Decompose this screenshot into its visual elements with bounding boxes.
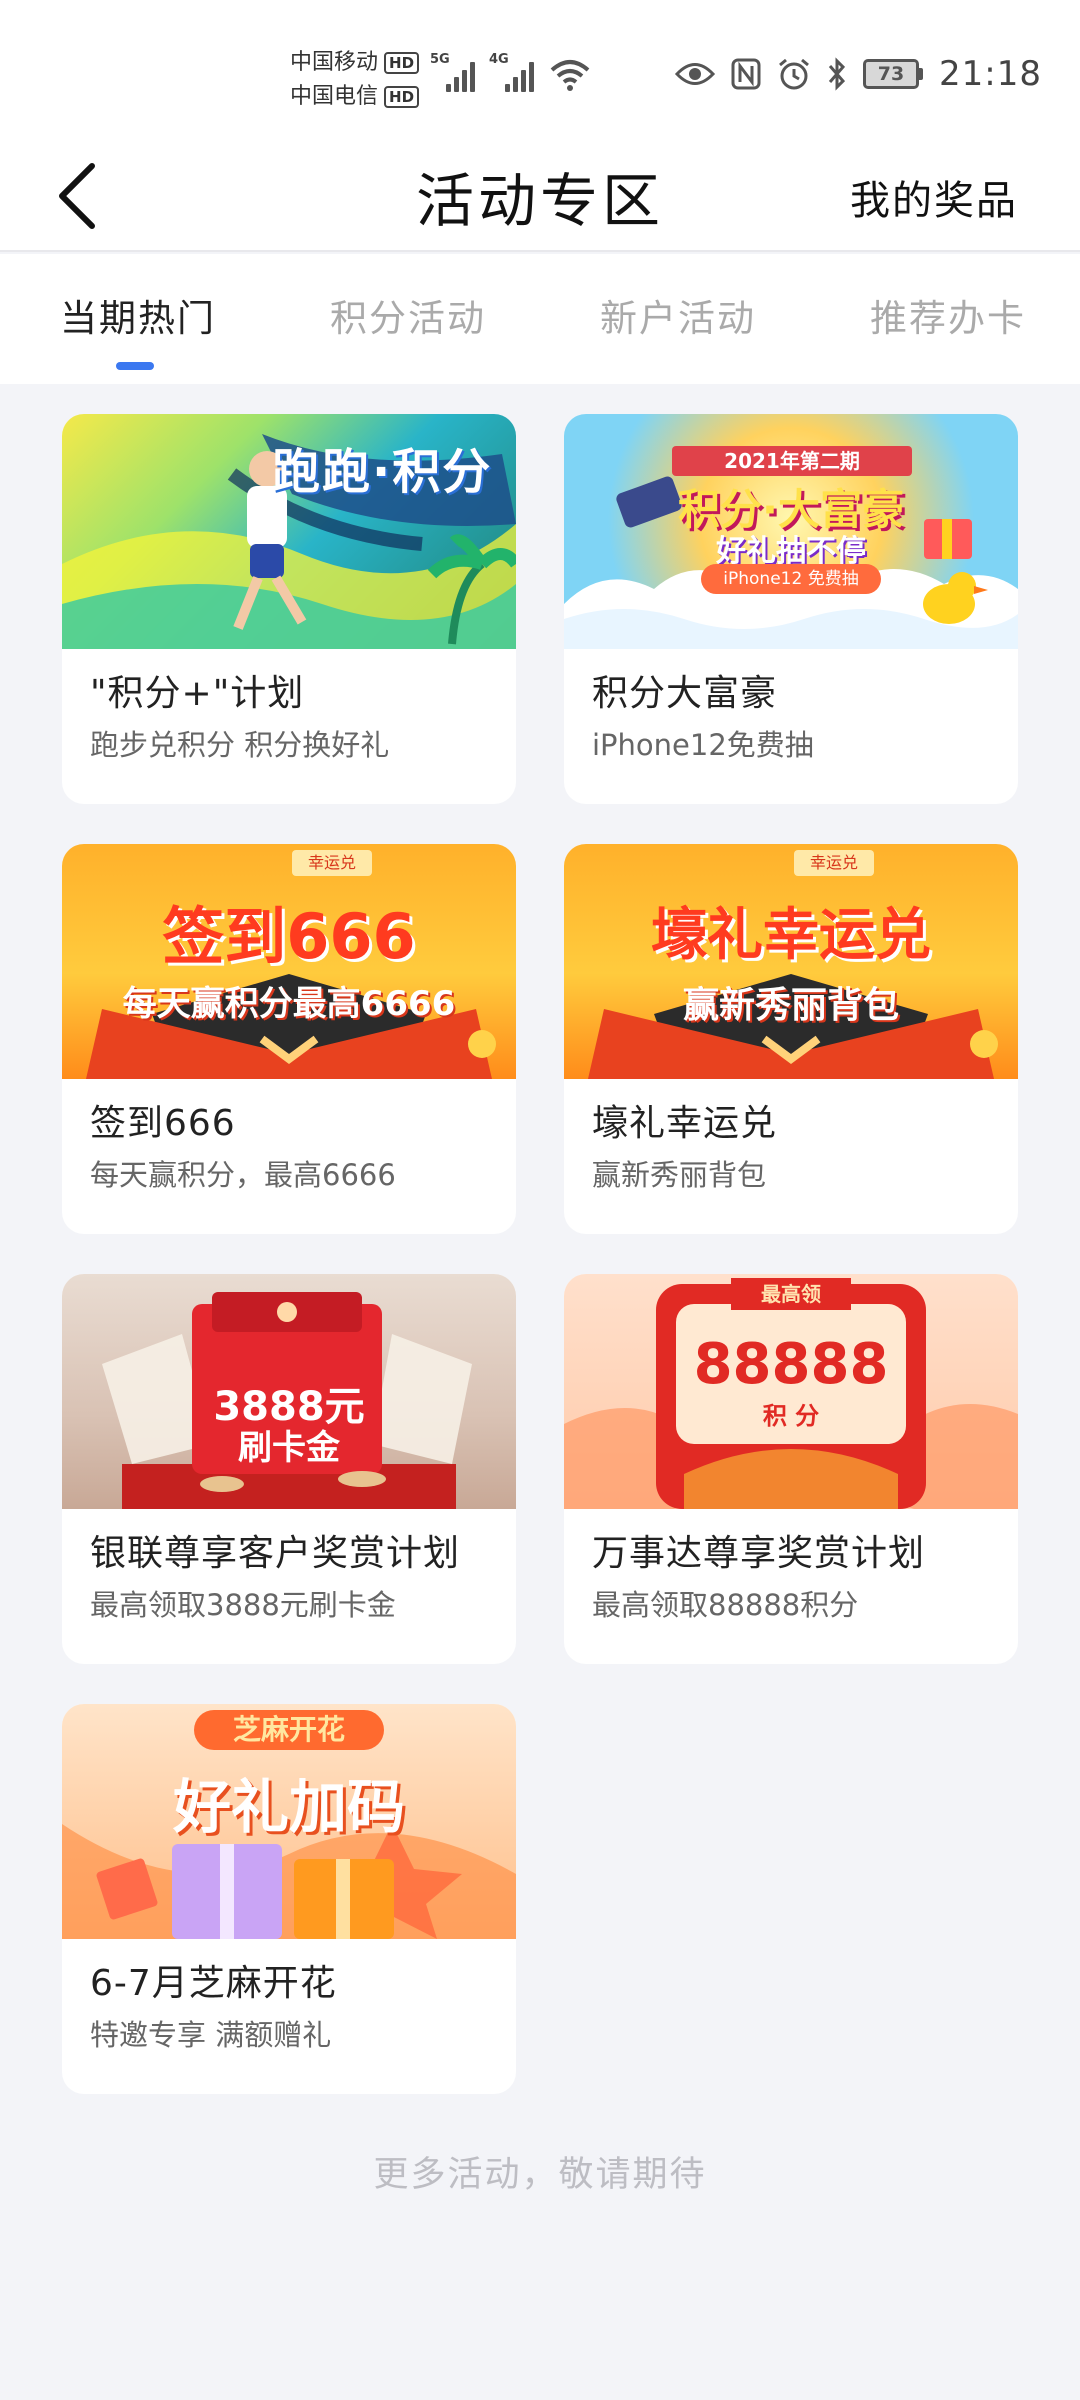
activity-subtitle: 最高领取88888积分	[592, 1588, 859, 1622]
activity-banner: 幸运兑 壕礼幸运兑 赢新秀丽背包	[564, 844, 1018, 1079]
tab-bar: 当期热门 积分活动 新户活动 推荐办卡	[0, 254, 1080, 384]
banner-tag: 幸运兑	[292, 850, 372, 876]
activity-subtitle: 每天赢积分，最高6666	[90, 1158, 396, 1192]
activity-title: 万事达尊享奖赏计划	[592, 1533, 926, 1574]
tab-new-user-activities[interactable]: 新户活动	[600, 288, 756, 342]
activity-title: 6-7月芝麻开花	[90, 1963, 337, 2004]
signal-indicators: 5G 4G	[430, 52, 590, 92]
banner-tag: 芝麻开花	[194, 1710, 384, 1750]
banner-subtext: 赢新秀丽背包	[682, 985, 899, 1026]
activity-card[interactable]: 跑跑·积分 "积分+"计划 跑步兑积分 积分换好礼	[62, 414, 516, 804]
banner-text: 跑跑·积分	[272, 444, 493, 500]
activity-card[interactable]: 2021年第二期 积分·大富豪 好礼抽不停 iPhone12 免费抽 积分大富豪…	[564, 414, 1018, 804]
activity-title: 签到666	[90, 1103, 236, 1144]
activity-title: 积分大富豪	[592, 673, 778, 714]
cell-signal-icon: 4G	[489, 52, 534, 92]
banner-subtext: 刷卡金	[238, 1428, 340, 1468]
my-prizes-link[interactable]: 我的奖品	[850, 168, 1018, 226]
activity-subtitle: 特邀专享 满额赠礼	[90, 2018, 332, 2052]
eye-icon	[675, 63, 716, 85]
banner-pill: iPhone12 免费抽	[701, 564, 881, 594]
banner-text: 好礼加码	[172, 1773, 405, 1841]
activity-subtitle: 跑步兑积分 积分换好礼	[90, 728, 390, 762]
bluetooth-icon	[828, 57, 846, 91]
hd-badge: HD	[384, 86, 420, 108]
wifi-icon	[550, 60, 590, 91]
nfc-icon	[731, 58, 761, 90]
tab-hot[interactable]: 当期热门	[60, 288, 216, 342]
banner-text: 88888	[693, 1332, 889, 1397]
activity-banner: 跑跑·积分	[62, 414, 516, 649]
battery-icon: 73	[863, 59, 924, 89]
tab-points-activities[interactable]: 积分活动	[330, 288, 486, 342]
more-activities-note: 更多活动，敬请期待	[373, 2155, 707, 2195]
activity-card[interactable]: 芝麻开花 好礼加码 6-7月芝麻开花 特邀专享 满额赠礼	[62, 1704, 516, 2094]
activity-banner: 芝麻开花 好礼加码	[62, 1704, 516, 1939]
battery-level: 73	[863, 59, 920, 89]
network-type-label: 4G	[489, 52, 509, 67]
activity-subtitle: 最高领取3888元刷卡金	[90, 1588, 396, 1622]
activity-subtitle: 赢新秀丽背包	[592, 1158, 767, 1192]
activity-subtitle: iPhone12免费抽	[592, 728, 814, 762]
banner-tag: 最高领	[731, 1278, 851, 1310]
activity-card[interactable]: 幸运兑 壕礼幸运兑 赢新秀丽背包 壕礼幸运兑 赢新秀丽背包	[564, 844, 1018, 1234]
carrier-info: 中国移动 HD 中国电信 HD	[290, 46, 420, 114]
activity-title: 银联尊享客户奖赏计划	[90, 1533, 461, 1574]
active-tab-indicator	[116, 362, 154, 370]
banner-subtext: 积 分	[762, 1402, 820, 1430]
activity-title: "积分+"计划	[90, 673, 305, 714]
activity-banner: 2021年第二期 积分·大富豪 好礼抽不停 iPhone12 免费抽	[564, 414, 1018, 649]
hd-badge: HD	[384, 52, 420, 74]
carrier-name: 中国移动	[290, 50, 379, 75]
tab-card-recommendation[interactable]: 推荐办卡	[870, 288, 1026, 342]
status-bar: 中国移动 HD 中国电信 HD 5G 4G 73 21:18	[0, 0, 1080, 140]
activity-title: 壕礼幸运兑	[592, 1103, 778, 1144]
cell-signal-icon: 5G	[430, 52, 475, 92]
activity-card[interactable]: 幸运兑 签到666 每天赢积分最高6666 签到666 每天赢积分，最高6666	[62, 844, 516, 1234]
activity-card[interactable]: 最高领 88888 积 分 万事达尊享奖赏计划 最高领取88888积分	[564, 1274, 1018, 1664]
activity-banner: 幸运兑 签到666 每天赢积分最高6666	[62, 844, 516, 1079]
activity-card[interactable]: 3888元 刷卡金 银联尊享客户奖赏计划 最高领取3888元刷卡金	[62, 1274, 516, 1664]
carrier-name: 中国电信	[290, 84, 379, 109]
banner-text: 签到666	[162, 900, 416, 973]
alarm-icon	[779, 58, 809, 90]
banner-text: 壕礼幸运兑	[651, 903, 931, 968]
activity-banner: 3888元 刷卡金	[62, 1274, 516, 1509]
clock: 21:18	[939, 54, 1042, 94]
network-type-label: 5G	[430, 52, 450, 67]
banner-issue-label: 2021年第二期	[672, 446, 912, 476]
banner-tag: 幸运兑	[794, 850, 874, 876]
banner-subtext: 每天赢积分最高6666	[122, 984, 456, 1024]
header-bar: 活动专区 我的奖品	[0, 140, 1080, 252]
activity-banner: 最高领 88888 积 分	[564, 1274, 1018, 1509]
